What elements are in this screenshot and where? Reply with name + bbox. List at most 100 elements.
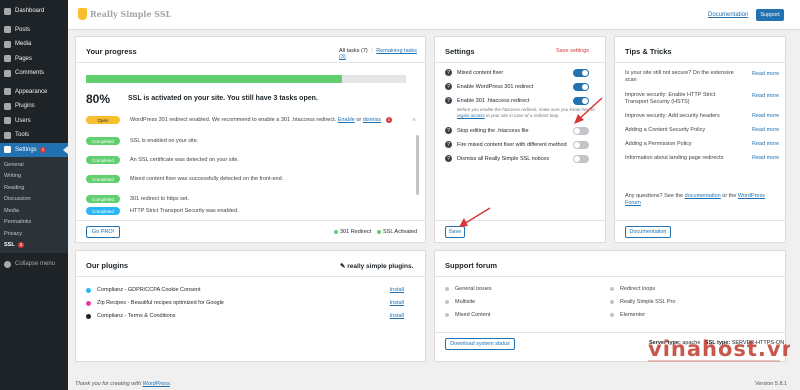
help-icon[interactable]: ? [445,141,452,148]
setting-row: ? Stop editing the .htaccess file [445,127,593,134]
regain-access-link[interactable]: regain access [457,113,485,118]
forum-link-multisite[interactable]: Multisite [445,299,475,305]
task-text: HTTP Strict Transport Security was enabl… [130,208,239,214]
media-icon [4,40,11,48]
lock-icon [78,8,87,20]
dismiss-notices-toggle[interactable] [573,155,589,163]
setting-row: ? Mixed content fixer [445,69,593,76]
sidebar-item-plugins[interactable]: Plugins [0,99,68,114]
forum-link-pro[interactable]: Really Simple SSL Pro [610,299,675,305]
forum-link-general[interactable]: General issues [445,286,492,292]
submenu-discussion[interactable]: Discussion [0,194,68,206]
task-text: SSL is enabled on your site. [130,138,199,144]
collapse-icon [4,260,11,268]
ssl-badge: 1 [17,242,25,249]
task-row: Completed HTTP Strict Transport Security… [86,207,416,215]
task-status-badge: Completed [86,195,120,203]
wrench-icon [4,131,11,139]
read-more-link[interactable]: Read more [752,155,779,161]
setting-row: ? Enable WordPress 301 redirect [445,83,593,90]
collapse-menu-button[interactable]: Collapse menu [0,257,68,272]
sidebar-item-comments[interactable]: Comments [0,66,68,81]
task-row: Completed SSL is enabled on your site. [86,131,416,151]
read-more-link[interactable]: Read more [752,141,779,147]
read-more-link[interactable]: Read more [752,113,779,119]
settings-submenu: General Writing Reading Discussion Media… [0,157,68,253]
task-row: Completed Mixed content fixer was succes… [86,169,416,189]
wp-version: Version 5.8.1 [755,381,788,387]
bullet-icon [610,287,614,291]
task-text: 301 redirect to https set. [130,196,190,202]
task-row: Completed 301 redirect to https set. [86,189,416,209]
submenu-media[interactable]: Media [0,205,68,217]
mixed-content-toggle[interactable] [573,69,589,77]
forum-link-redirect-loops[interactable]: Redirect loops [610,286,655,292]
dismiss-link[interactable]: dismiss [363,117,381,123]
wordpress-link[interactable]: WordPress [143,381,170,387]
enable-link[interactable]: Enable [338,117,355,123]
sidebar-item-media[interactable]: Media [0,37,68,52]
wp-301-redirect-toggle[interactable] [573,83,589,91]
forum-title: Support forum [445,261,498,270]
documentation-button[interactable]: Documentation [625,226,671,238]
forum-link-elementor[interactable]: Elementor [610,312,645,318]
documentation-link[interactable]: Documentation [708,12,748,18]
go-pro-button[interactable]: Go PRO! [86,226,120,238]
plugin-logo: Really Simple SSL [78,8,171,20]
task-filters: All tasks (7) | Remaining tasks (3) [339,48,417,60]
plugin-row: Complianz - GDPR/CCPA Cookie Consent Ins… [86,284,404,296]
setting-row: ? Fire mixed content fixer with different… [445,141,593,148]
tips-title: Tips & Tricks [625,47,672,56]
bullet-icon [610,313,614,317]
help-icon[interactable]: ? [445,155,452,162]
sidebar-item-tools[interactable]: Tools [0,128,68,143]
sidebar-item-settings[interactable]: Settings 1 [0,142,68,157]
questions-text: Any questions? See the documentation or … [625,193,765,206]
download-system-status-button[interactable]: Download system status [445,338,515,350]
help-icon[interactable]: ? [445,127,452,134]
plugins-title: Our plugins [86,261,129,270]
legend-redirect: 301 Redirect [334,229,371,235]
brush-icon [4,88,11,96]
help-icon[interactable]: ? [445,69,452,76]
bullet-icon [610,300,614,304]
plugins-card: Our plugins ✎ really simple plugins. Com… [75,250,426,362]
green-dot-icon [334,229,338,234]
sidebar-item-dashboard[interactable]: Dashboard [0,4,68,19]
submenu-reading[interactable]: Reading [0,182,68,194]
submenu-privacy[interactable]: Privacy [0,228,68,240]
task-row: Open WordPress 301 redirect enabled. We … [86,110,416,130]
settings-icon [4,146,11,154]
plugin-icon [4,102,11,110]
plugin-color-dot-icon [86,313,91,319]
install-link[interactable]: Install [390,300,404,306]
read-more-link[interactable]: Read more [752,71,779,77]
sidebar-item-posts[interactable]: Posts [0,23,68,38]
task-list-scrollbar[interactable] [416,135,419,195]
save-settings-link[interactable]: Save settings [556,48,589,54]
tips-documentation-link[interactable]: documentation [685,193,721,199]
support-button[interactable]: Support [756,9,784,21]
sidebar-item-appearance[interactable]: Appearance [0,85,68,100]
sidebar-item-users[interactable]: Users [0,114,68,129]
task-status-badge: Completed [86,137,120,145]
progress-card: Your progress All tasks (7) | Remaining … [75,36,426,243]
forum-link-mixed-content[interactable]: Mixed Content [445,312,490,318]
submenu-general[interactable]: General [0,159,68,171]
submenu-ssl[interactable]: SSL 1 [0,240,68,252]
close-icon[interactable]: × [412,117,416,124]
help-icon[interactable]: ? [445,97,452,104]
setting-row: ? Dismiss all Really Simple SSL notices [445,155,593,162]
submenu-permalinks[interactable]: Permalinks [0,217,68,229]
read-more-link[interactable]: Read more [752,93,779,99]
submenu-writing[interactable]: Writing [0,171,68,183]
mixed-content-method-toggle[interactable] [573,141,589,149]
sidebar-item-pages[interactable]: Pages [0,52,68,67]
install-link[interactable]: Install [390,287,404,293]
green-dot-icon [377,229,381,234]
install-link[interactable]: Install [390,313,404,319]
help-icon[interactable]: ? [445,83,452,90]
read-more-link[interactable]: Read more [752,127,779,133]
settings-title: Settings [445,47,475,56]
task-text: An SSL certificate was detected on your … [130,157,239,163]
